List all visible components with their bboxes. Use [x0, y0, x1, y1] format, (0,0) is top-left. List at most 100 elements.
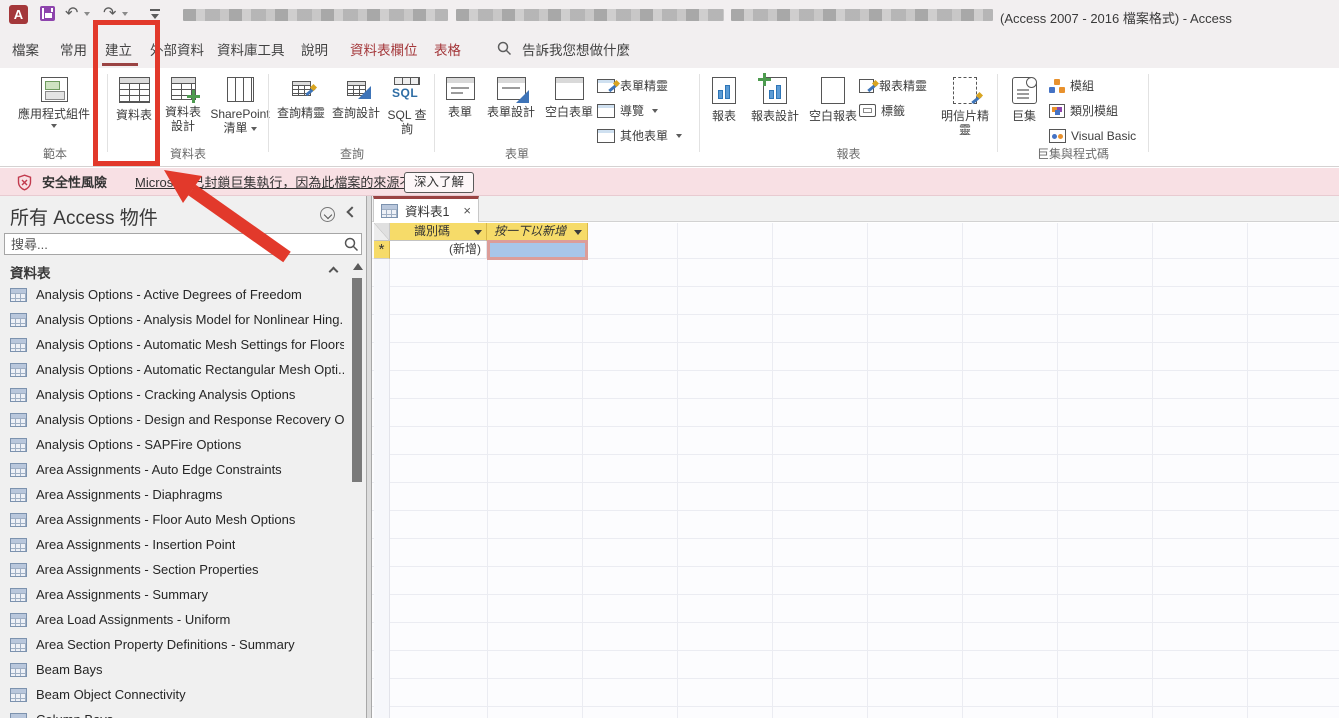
tab-table[interactable]: 表格	[434, 39, 461, 59]
scroll-thumb[interactable]	[352, 278, 362, 482]
customize-quick-access-toolbar-icon[interactable]	[150, 9, 160, 11]
column-dropdown-icon[interactable]	[574, 230, 582, 235]
scroll-up-icon[interactable]	[353, 263, 363, 270]
table-button[interactable]: 資料表	[111, 68, 157, 148]
list-item[interactable]: Area Assignments - Diaphragms	[10, 482, 344, 507]
table-icon	[10, 663, 27, 677]
group-separator	[268, 74, 269, 152]
list-item[interactable]: Analysis Options - Automatic Rectangular…	[10, 357, 344, 382]
access-window: A ↶ ↷ (Access 2007 - 2016 檔案格式) - Access…	[0, 0, 1339, 718]
column-dropdown-icon[interactable]	[474, 230, 482, 235]
group-separator	[699, 74, 700, 152]
column-header-click-to-add[interactable]: 按一下以新增	[487, 223, 588, 241]
list-item[interactable]: Analysis Options - Analysis Model for No…	[10, 307, 344, 332]
group-forms: 表單 表單設計 空白表單 表單精靈 導覽	[437, 68, 698, 166]
form-button[interactable]: 表單	[439, 68, 481, 148]
access-app-icon: A	[9, 5, 28, 24]
form-design-button[interactable]: 表單設計	[484, 68, 538, 148]
list-item[interactable]: Analysis Options - Automatic Mesh Settin…	[10, 332, 344, 357]
group-label-forms: 表單	[437, 145, 597, 162]
list-item[interactable]: Analysis Options - Design and Response R…	[10, 407, 344, 432]
postcard-wizard-icon	[953, 77, 977, 104]
table-icon	[10, 438, 27, 452]
section-collapse-icon[interactable]	[329, 267, 339, 277]
navigation-button[interactable]: 導覽	[597, 98, 682, 123]
blank-report-button[interactable]: 空白報表	[805, 68, 861, 148]
list-item[interactable]: Area Assignments - Summary	[10, 582, 344, 607]
nav-pane-menu-icon[interactable]	[320, 207, 335, 222]
class-module-button[interactable]: 類別模組	[1049, 98, 1136, 123]
group-queries: 查詢精靈 查詢設計 SQL SQL 查詢 查詢	[271, 68, 433, 166]
form-wizard-button[interactable]: 表單精靈	[597, 73, 682, 98]
tab-create[interactable]: 建立	[105, 39, 132, 59]
document-tab-table1[interactable]: 資料表1 ×	[373, 196, 479, 222]
list-item[interactable]: Beam Object Connectivity	[10, 682, 344, 707]
list-item[interactable]: Analysis Options - Cracking Analysis Opt…	[10, 382, 344, 407]
group-reports: 報表 報表設計 空白報表 報表精靈 標籤	[701, 68, 996, 166]
nav-scrollbar[interactable]	[350, 260, 365, 718]
tab-database-tools[interactable]: 資料庫工具	[217, 39, 285, 59]
column-header-id[interactable]: 識別碼	[390, 223, 487, 241]
sharepoint-lists-icon	[227, 77, 254, 102]
visual-basic-icon	[1049, 129, 1066, 143]
list-item[interactable]: Area Assignments - Section Properties	[10, 557, 344, 582]
app-parts-button[interactable]: 應用程式組件	[6, 68, 102, 148]
macro-button[interactable]: 巨集	[1003, 68, 1045, 148]
list-item[interactable]: Area Assignments - Floor Auto Mesh Optio…	[10, 507, 344, 532]
search-input[interactable]	[4, 233, 362, 255]
close-icon[interactable]: ×	[463, 204, 471, 217]
table-design-button[interactable]: 資料表設計	[160, 68, 206, 148]
list-item[interactable]: Column Bays	[10, 707, 344, 718]
report-wizard-button[interactable]: 報表精靈	[859, 73, 927, 98]
nav-pane-collapse-icon[interactable]	[346, 206, 357, 217]
list-item[interactable]: Area Section Property Definitions - Summ…	[10, 632, 344, 657]
postcard-wizard-button[interactable]: 明信片精靈	[939, 68, 991, 148]
redo-icon[interactable]: ↷	[103, 3, 116, 23]
learn-more-button[interactable]: 深入了解	[404, 172, 474, 193]
chevron-down-icon	[251, 127, 257, 131]
record-selector-column	[374, 259, 390, 718]
tab-table-fields[interactable]: 資料表欄位	[350, 39, 418, 59]
query-wizard-button[interactable]: 查詢精靈	[275, 68, 327, 148]
sql-query-button[interactable]: SQL SQL 查詢	[385, 68, 429, 148]
tell-me-search[interactable]: 告訴我您想做什麼	[522, 39, 630, 59]
list-item[interactable]: Beam Bays	[10, 657, 344, 682]
list-item[interactable]: Analysis Options - SAPFire Options	[10, 432, 344, 457]
selected-new-cell[interactable]	[487, 240, 588, 260]
more-forms-button[interactable]: 其他表單	[597, 123, 682, 148]
group-macros-code: 巨集 模組 類別模組 Visual Basic 巨集與程式碼	[999, 68, 1147, 166]
tab-home[interactable]: 常用	[60, 39, 87, 59]
list-item[interactable]: Area Assignments - Auto Edge Constraints	[10, 457, 344, 482]
group-separator	[997, 74, 998, 152]
group-label-macros-code: 巨集與程式碼	[999, 145, 1147, 162]
redacted-title-segment	[183, 9, 448, 21]
section-header-tables[interactable]: 資料表	[10, 262, 51, 282]
form-icon	[446, 77, 475, 100]
labels-button[interactable]: 標籤	[859, 98, 927, 123]
blank-form-button[interactable]: 空白表單	[541, 68, 597, 148]
list-item[interactable]: Analysis Options - Active Degrees of Fre…	[10, 282, 344, 307]
list-item[interactable]: Area Assignments - Insertion Point	[10, 532, 344, 557]
tab-file[interactable]: 檔案	[12, 39, 39, 59]
datasheet-select-all-corner[interactable]	[374, 223, 390, 241]
report-design-button[interactable]: 報表設計	[748, 68, 802, 148]
new-record-id-cell[interactable]: (新增)	[390, 241, 487, 259]
undo-dropdown-icon[interactable]	[84, 12, 90, 16]
query-design-button[interactable]: 查詢設計	[330, 68, 382, 148]
tab-help[interactable]: 說明	[301, 39, 328, 59]
table-list: Analysis Options - Active Degrees of Fre…	[10, 282, 344, 718]
undo-icon[interactable]: ↶	[65, 3, 78, 23]
save-icon[interactable]	[40, 6, 55, 21]
sharepoint-lists-button[interactable]: SharePoint 清單	[209, 68, 271, 148]
table-icon	[10, 688, 27, 702]
group-separator	[434, 74, 435, 152]
report-button[interactable]: 報表	[703, 68, 745, 148]
tab-external-data[interactable]: 外部資料	[150, 39, 204, 59]
redo-dropdown-icon[interactable]	[122, 12, 128, 16]
module-button[interactable]: 模組	[1049, 73, 1136, 98]
list-item[interactable]: Area Load Assignments - Uniform	[10, 607, 344, 632]
datasheet: 識別碼 按一下以新增 * (新增)	[372, 223, 1339, 718]
new-record-selector[interactable]: *	[374, 241, 390, 259]
group-separator	[1148, 74, 1149, 152]
table-icon	[10, 488, 27, 502]
